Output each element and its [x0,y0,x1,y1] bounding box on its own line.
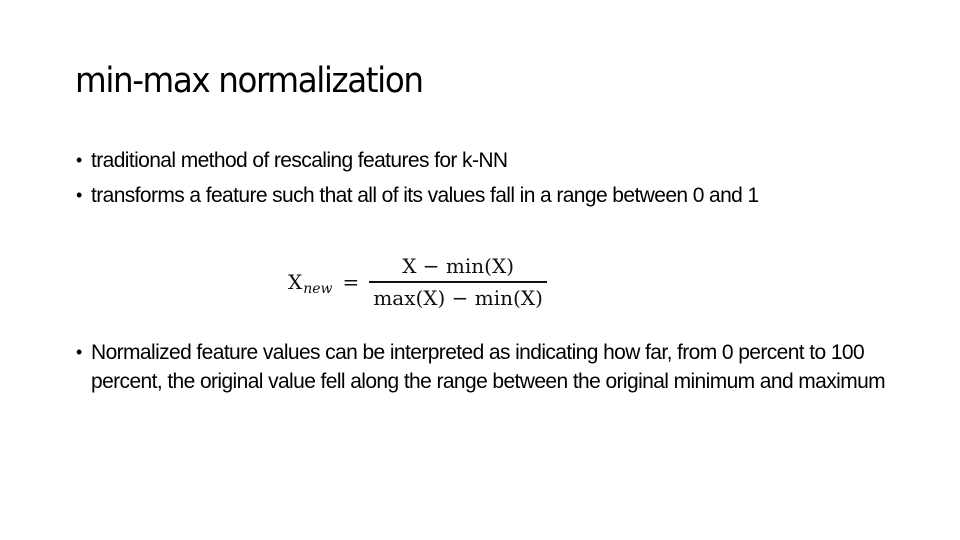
bullet-marker: • [76,185,82,205]
formula-equals: = [342,270,360,294]
formula-lhs-subscript: new [303,281,333,297]
bullet-list-top: • traditional method of rescaling featur… [76,146,906,216]
bullet-marker: • [76,150,82,170]
bullet-text: transforms a feature such that all of it… [91,184,759,207]
formula-denominator: max(X) − min(X) [373,286,543,310]
min-max-formula: X new = X − min(X) max(X) − min(X) [288,254,547,310]
formula-lhs: X new [288,270,333,297]
slide-title: min-max normalization [75,61,424,101]
bullet-text: Normalized feature values can be interpr… [91,341,886,393]
formula-lhs-variable: X [288,270,303,294]
bullet-item: • transforms a feature such that all of … [76,181,891,210]
bullet-item: • Normalized feature values can be inter… [76,338,891,396]
bullet-text: traditional method of rescaling features… [91,149,508,172]
bullet-list-bottom: • Normalized feature values can be inter… [76,338,906,402]
formula-numerator: X − min(X) [402,254,514,278]
formula-fraction: X − min(X) max(X) − min(X) [369,254,547,310]
bullet-item: • traditional method of rescaling featur… [76,146,906,175]
bullet-marker: • [76,342,82,362]
